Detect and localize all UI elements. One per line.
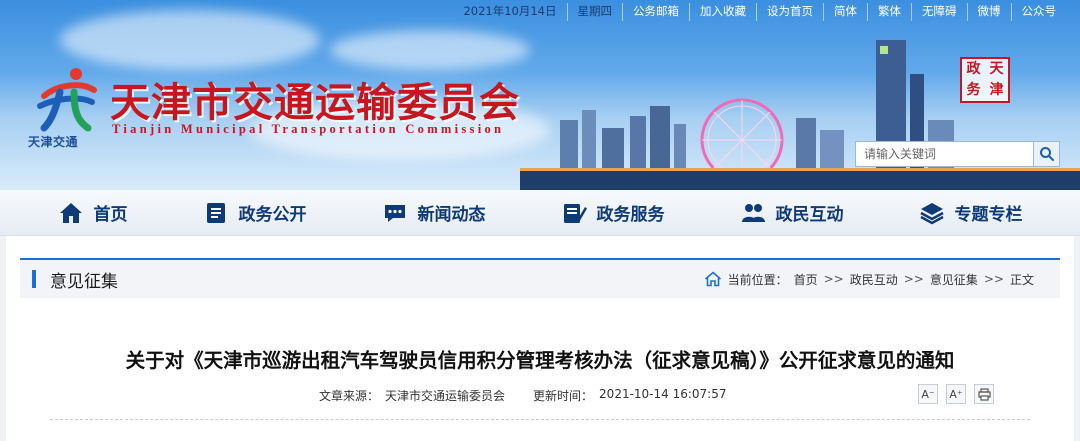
link-mailbox[interactable]: 公务邮箱	[622, 3, 689, 21]
breadcrumb-prefix: 当前位置：	[727, 272, 788, 287]
article-source: 文章来源： 天津市交通运输委员会	[319, 387, 505, 404]
main-navigation: 首页 政务公开 新闻动态 政务服务 政民互动 专题专栏	[0, 190, 1080, 236]
print-icon	[977, 387, 991, 401]
nav-label: 专题专栏	[954, 205, 1023, 225]
font-increase-button[interactable]: A⁺	[946, 384, 966, 404]
article-meta: 文章来源： 天津市交通运输委员会 更新时间： 2021-10-14 16:07:…	[319, 387, 727, 404]
nav-label: 政民互动	[775, 205, 844, 225]
site-subtitle: Tianjin Municipal Transportation Commiss…	[112, 122, 505, 136]
content-panel: 意见征集 当前位置： 首页 >> 政民互动 >> 意见征集 >> 正文 关于对《…	[6, 236, 1074, 441]
home-icon	[59, 202, 82, 223]
breadcrumb-separator: >>	[903, 272, 924, 286]
search-box	[855, 141, 1060, 167]
link-accessibility[interactable]: 无障碍	[911, 3, 967, 21]
breadcrumb-home[interactable]: 首页	[794, 271, 818, 288]
header-banner: 2021年10月14日 星期四 公务邮箱 加入收藏 设为首页 简体 繁体 无障碍…	[0, 0, 1080, 190]
date-text: 2021年10月14日	[463, 4, 557, 18]
link-add-favorite[interactable]: 加入收藏	[689, 3, 756, 21]
cloud-decoration	[330, 30, 530, 70]
nav-item-services[interactable]: 政务服务	[561, 200, 665, 225]
breadcrumb-current: 正文	[1009, 272, 1034, 287]
layers-icon	[919, 202, 944, 224]
article-time: 更新时间： 2021-10-14 16:07:57	[533, 387, 726, 404]
time-label: 更新时间：	[533, 389, 594, 403]
weekday-text: 星期四	[566, 3, 623, 21]
people-icon	[741, 203, 765, 222]
search-input[interactable]	[856, 142, 1033, 166]
government-seal-logo: 政 天 务 津	[960, 57, 1010, 103]
nav-item-government-affairs[interactable]: 政务公开	[203, 200, 307, 225]
nav-item-home[interactable]: 首页	[58, 200, 128, 225]
link-weibo[interactable]: 微博	[966, 3, 1011, 21]
search-icon	[1039, 147, 1054, 161]
link-traditional[interactable]: 繁体	[867, 3, 911, 21]
seal-char: 天	[989, 61, 1004, 77]
logo-caption: 天津交通	[28, 135, 79, 149]
content-divider	[50, 419, 1030, 420]
seal-char: 政	[966, 61, 981, 77]
nav-item-news[interactable]: 新闻动态	[382, 200, 486, 225]
article-title: 关于对《天津市巡游出租汽车驾驶员信用积分管理考核办法（征求意见稿）》公开征求意见…	[125, 349, 955, 372]
font-decrease-button[interactable]: A⁻	[918, 384, 938, 404]
nav-label: 政务公开	[238, 205, 307, 225]
nav-label: 新闻动态	[417, 205, 486, 225]
source-value: 天津市交通运输委员会	[385, 389, 506, 403]
section-title: 意见征集	[50, 271, 118, 292]
breadcrumb-separator: >>	[823, 272, 844, 286]
breadcrumb-separator: >>	[983, 272, 1004, 286]
nav-item-topics[interactable]: 专题专栏	[919, 200, 1023, 225]
seal-char: 务	[966, 82, 981, 98]
breadcrumb-interaction[interactable]: 政民互动	[850, 271, 898, 288]
top-utility-bar: 2021年10月14日 星期四 公务邮箱 加入收藏 设为首页 简体 繁体 无障碍…	[453, 3, 1066, 21]
document-icon	[206, 202, 225, 223]
cloud-decoration	[60, 10, 320, 70]
form-icon	[563, 203, 587, 223]
section-accent-bar	[32, 270, 36, 288]
print-button[interactable]	[974, 384, 994, 404]
seal-char: 津	[989, 82, 1004, 98]
nav-item-interaction[interactable]: 政民互动	[740, 200, 844, 225]
section-heading: 意见征集	[20, 260, 118, 298]
breadcrumb: 当前位置： 首页 >> 政民互动 >> 意见征集 >> 正文	[704, 271, 1034, 288]
source-label: 文章来源：	[319, 389, 380, 403]
link-simplified[interactable]: 简体	[823, 3, 867, 21]
link-wechat[interactable]: 公众号	[1010, 3, 1067, 21]
time-value: 2021-10-14 16:07:57	[599, 387, 727, 401]
nav-label: 政务服务	[596, 205, 665, 225]
link-set-homepage[interactable]: 设为首页	[756, 3, 823, 21]
section-header-bar: 意见征集 当前位置： 首页 >> 政民互动 >> 意见征集 >> 正文	[20, 258, 1060, 298]
article-tools: A⁻ A⁺	[918, 384, 994, 404]
breadcrumb-opinion-collection[interactable]: 意见征集	[930, 271, 978, 288]
search-button[interactable]	[1033, 142, 1059, 166]
home-outline-icon	[704, 271, 721, 287]
site-title: 天津市交通运输委员会	[110, 79, 520, 126]
chat-icon	[384, 204, 405, 222]
nav-label: 首页	[93, 205, 128, 225]
